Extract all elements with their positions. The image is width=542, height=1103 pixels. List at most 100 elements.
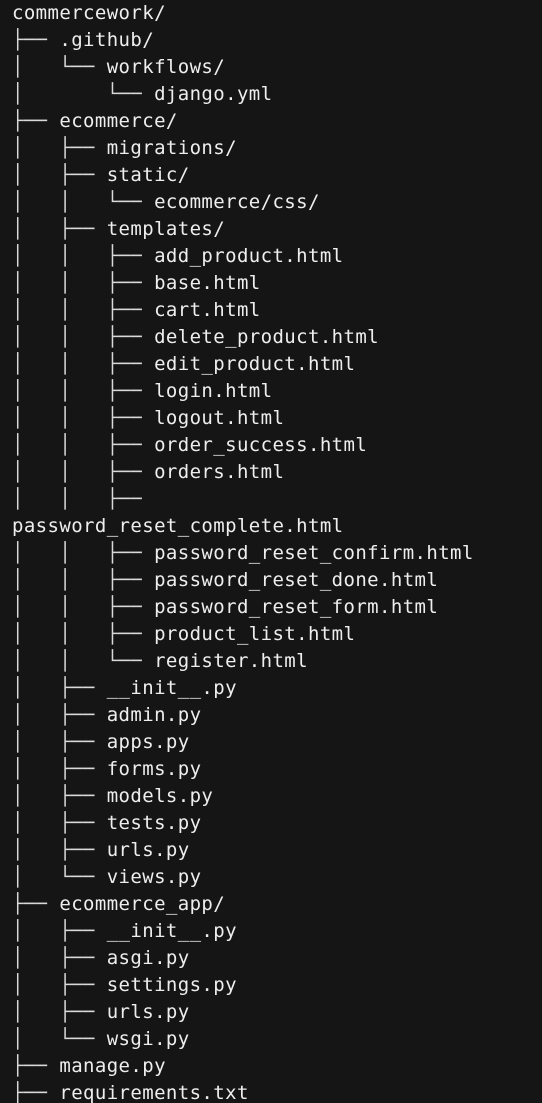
tree-line: │ │ ├── password_reset_confirm.html bbox=[12, 540, 474, 567]
tree-entry-name: add_product.html bbox=[154, 245, 344, 267]
tree-branch-prefix: │ ├── bbox=[12, 1001, 107, 1023]
tree-line: │ ├── tests.py bbox=[12, 810, 201, 837]
tree-line: │ ├── admin.py bbox=[12, 702, 201, 729]
tree-entry-name: wsgi.py bbox=[106, 1028, 190, 1050]
tree-line: │ ├── asgi.py bbox=[12, 945, 190, 972]
tree-line: │ │ └── register.html bbox=[12, 648, 308, 675]
tree-branch-prefix: │ └── bbox=[12, 1028, 107, 1050]
tree-line: │ └── django.yml bbox=[12, 81, 272, 108]
tree-line: │ ├── models.py bbox=[12, 783, 213, 810]
tree-entry-name: models.py bbox=[106, 785, 214, 807]
tree-entry-name: order_success.html bbox=[154, 434, 368, 456]
tree-entry-name: edit_product.html bbox=[154, 353, 356, 375]
tree-entry-name: commercework/ bbox=[12, 2, 166, 24]
tree-branch-prefix: │ ├── bbox=[12, 947, 107, 969]
tree-entry-name: product_list.html bbox=[154, 623, 356, 645]
tree-branch-prefix: │ ├── bbox=[12, 704, 107, 726]
tree-branch-prefix: │ │ ├── bbox=[12, 353, 155, 375]
tree-line: │ ├── __init__.py bbox=[12, 918, 237, 945]
tree-branch-prefix: │ └── bbox=[12, 56, 107, 78]
tree-line: ├── ecommerce_app/ bbox=[12, 891, 225, 918]
tree-branch-prefix: │ │ ├── bbox=[12, 434, 155, 456]
tree-entry-name: settings.py bbox=[106, 974, 237, 996]
tree-branch-prefix: │ │ ├── bbox=[12, 569, 155, 591]
tree-branch-prefix: │ │ ├── bbox=[12, 299, 155, 321]
tree-branch-prefix: │ ├── bbox=[12, 218, 107, 240]
tree-branch-prefix: │ │ └── bbox=[12, 650, 155, 672]
tree-entry-name: manage.py bbox=[59, 1055, 166, 1077]
tree-entry-name: logout.html bbox=[154, 407, 285, 429]
tree-entry-name: password_reset_form.html bbox=[154, 596, 439, 618]
tree-entry-name: __init__.py bbox=[106, 677, 237, 699]
tree-entry-name: base.html bbox=[154, 272, 261, 294]
tree-line: │ └── views.py bbox=[12, 864, 201, 891]
tree-line: │ │ └── ecommerce/css/ bbox=[12, 189, 320, 216]
tree-line: │ ├── urls.py bbox=[12, 837, 190, 864]
tree-branch-prefix: │ │ ├── bbox=[12, 380, 155, 402]
tree-line: │ │ ├── add_product.html bbox=[12, 243, 344, 270]
tree-branch-prefix: │ │ ├── bbox=[12, 272, 155, 294]
tree-entry-name: ecommerce/css/ bbox=[154, 191, 320, 213]
tree-line: │ ├── static/ bbox=[12, 162, 190, 189]
tree-line: │ └── workflows/ bbox=[12, 54, 225, 81]
tree-branch-prefix: │ │ ├── bbox=[12, 623, 155, 645]
tree-line: │ │ ├── login.html bbox=[12, 378, 272, 405]
tree-line: │ │ ├── base.html bbox=[12, 270, 261, 297]
tree-entry-name: urls.py bbox=[106, 839, 190, 861]
tree-line: ├── requirements.txt bbox=[12, 1080, 249, 1103]
tree-entry-name: password_reset_confirm.html bbox=[154, 542, 474, 564]
tree-branch-prefix: ├── bbox=[12, 29, 60, 51]
tree-entry-name: tests.py bbox=[106, 812, 202, 834]
tree-branch-prefix: │ ├── bbox=[12, 920, 107, 942]
tree-branch-prefix: │ │ ├── bbox=[12, 596, 155, 618]
tree-branch-prefix: ├── bbox=[12, 893, 60, 915]
tree-entry-name: workflows/ bbox=[106, 56, 226, 78]
tree-branch-prefix: │ ├── bbox=[12, 164, 107, 186]
tree-entry-name: static/ bbox=[106, 164, 190, 186]
directory-tree: commercework/├── .github/│ └── workflows… bbox=[0, 0, 542, 1103]
tree-line: │ └── wsgi.py bbox=[12, 1026, 190, 1053]
tree-branch-prefix: │ │ ├── bbox=[12, 488, 143, 510]
tree-branch-prefix: │ ├── bbox=[12, 839, 107, 861]
tree-line: ├── .github/ bbox=[12, 27, 154, 54]
tree-entry-name: .github/ bbox=[59, 29, 155, 51]
tree-entry-name: password_reset_complete.html bbox=[12, 515, 344, 537]
tree-branch-prefix: │ │ ├── bbox=[12, 326, 155, 348]
tree-line: │ │ ├── password_reset_done.html bbox=[12, 567, 438, 594]
tree-entry-name: django.yml bbox=[154, 83, 273, 105]
tree-branch-prefix: │ ├── bbox=[12, 974, 107, 996]
tree-line: │ │ ├── cart.html bbox=[12, 297, 261, 324]
tree-branch-prefix: │ │ ├── bbox=[12, 245, 155, 267]
tree-entry-name: delete_product.html bbox=[154, 326, 380, 348]
tree-line: │ ├── migrations/ bbox=[12, 135, 237, 162]
tree-entry-name: cart.html bbox=[154, 299, 261, 321]
tree-branch-prefix: │ └── bbox=[12, 83, 155, 105]
tree-line: password_reset_complete.html bbox=[12, 513, 344, 540]
tree-entry-name: urls.py bbox=[106, 1001, 190, 1023]
tree-branch-prefix: │ └── bbox=[12, 866, 107, 888]
tree-entry-name: admin.py bbox=[106, 704, 202, 726]
tree-branch-prefix: │ ├── bbox=[12, 677, 107, 699]
tree-entry-name: migrations/ bbox=[106, 137, 237, 159]
tree-entry-name: asgi.py bbox=[106, 947, 190, 969]
tree-branch-prefix: │ │ ├── bbox=[12, 542, 155, 564]
tree-line: │ ├── forms.py bbox=[12, 756, 201, 783]
tree-line: │ │ ├── product_list.html bbox=[12, 621, 355, 648]
tree-line: ├── ecommerce/ bbox=[12, 108, 178, 135]
tree-entry-name: apps.py bbox=[106, 731, 190, 753]
tree-line: │ │ ├── edit_product.html bbox=[12, 351, 355, 378]
tree-entry-name: ecommerce_app/ bbox=[59, 893, 226, 915]
tree-branch-prefix: ├── bbox=[12, 1055, 60, 1077]
tree-branch-prefix: │ ├── bbox=[12, 812, 107, 834]
tree-entry-name: views.py bbox=[106, 866, 202, 888]
tree-line: │ │ ├── password_reset_form.html bbox=[12, 594, 438, 621]
tree-entry-name: templates/ bbox=[106, 218, 226, 240]
tree-entry-name: orders.html bbox=[154, 461, 285, 483]
tree-branch-prefix: │ │ ├── bbox=[12, 461, 155, 483]
tree-line: │ │ ├── orders.html bbox=[12, 459, 284, 486]
tree-line: │ ├── settings.py bbox=[12, 972, 237, 999]
tree-line: │ ├── apps.py bbox=[12, 729, 190, 756]
tree-branch-prefix: ├── bbox=[12, 1082, 60, 1103]
tree-line: │ ├── urls.py bbox=[12, 999, 190, 1026]
tree-line: │ │ ├── logout.html bbox=[12, 405, 284, 432]
